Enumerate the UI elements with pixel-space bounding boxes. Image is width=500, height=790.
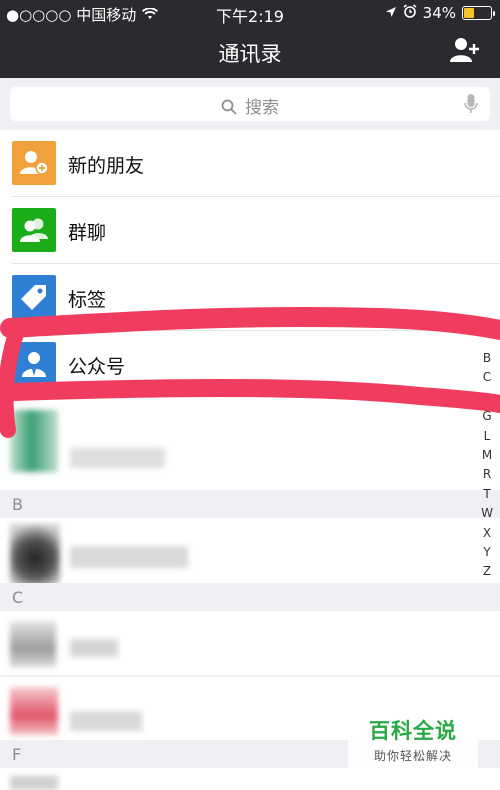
status-bar: ●○○○○ 中国移动 下午2:19 34% [0, 0, 500, 26]
watermark-subtitle: 助你轻松解决 [373, 749, 452, 763]
battery-percent: 34% [422, 4, 456, 22]
contact-name-blurred [70, 448, 165, 468]
contact-name-blurred [70, 711, 142, 731]
location-icon [385, 4, 397, 22]
search-placeholder: 搜索 [245, 98, 279, 118]
battery-fill [464, 8, 474, 18]
list-item[interactable] [0, 611, 500, 675]
battery-icon [462, 6, 495, 20]
official-account-icon [12, 342, 56, 386]
index-letter[interactable] [480, 388, 494, 407]
menu-item-label: 新的朋友 [68, 155, 145, 177]
contact-name-blurred [70, 546, 188, 568]
index-letter[interactable]: L [480, 427, 494, 446]
avatar [10, 776, 58, 790]
nav-header: ●○○○○ 中国移动 下午2:19 34% 通讯录 [0, 0, 500, 78]
menu-item-label: 群聊 [68, 222, 107, 244]
contacts-menu-list: 新的朋友 群聊 标签 公众号 [0, 130, 500, 398]
index-letter[interactable]: G [480, 407, 494, 426]
search-input[interactable]: 搜索 [10, 87, 490, 121]
tag-icon [12, 275, 56, 319]
search-icon [221, 98, 245, 118]
avatar [10, 687, 58, 735]
menu-item-official-accounts[interactable]: 公众号 [0, 331, 500, 398]
index-letter[interactable]: X [480, 524, 494, 543]
list-item[interactable] [0, 768, 500, 790]
new-friend-icon [12, 141, 56, 185]
index-letter[interactable]: M [480, 446, 494, 465]
index-letter[interactable]: W [480, 504, 494, 523]
menu-item-group-chats[interactable]: 群聊 [0, 197, 500, 264]
watermark-title: 百科全说 [369, 719, 457, 743]
menu-item-new-friends[interactable]: 新的朋友 [0, 130, 500, 197]
index-letter[interactable]: R [480, 465, 494, 484]
avatar [10, 410, 58, 472]
section-header: B [0, 490, 500, 518]
index-letter[interactable]: Z [480, 562, 494, 581]
list-item[interactable] [0, 398, 500, 490]
group-chat-icon [12, 208, 56, 252]
index-letter[interactable]: Y [480, 543, 494, 562]
index-letter[interactable]: C [480, 368, 494, 387]
index-letter[interactable]: T [480, 485, 494, 504]
section-header: C [0, 583, 500, 611]
avatar [10, 621, 56, 667]
menu-item-tags[interactable]: 标签 [0, 264, 500, 331]
watermark: 百科全说 助你轻松解决 [348, 708, 478, 770]
page-title: 通讯录 [218, 42, 282, 66]
menu-item-label: 标签 [68, 289, 107, 311]
search-area: 搜索 [0, 78, 500, 130]
alarm-icon [403, 4, 417, 22]
index-letter[interactable]: B [480, 349, 494, 368]
add-contact-icon[interactable] [450, 36, 480, 64]
microphone-icon[interactable] [464, 94, 478, 118]
contact-name-blurred [70, 639, 118, 657]
avatar [10, 524, 60, 586]
alphabet-index[interactable]: BC GLMRTWXYZ [480, 349, 494, 582]
menu-item-label: 公众号 [68, 356, 126, 378]
